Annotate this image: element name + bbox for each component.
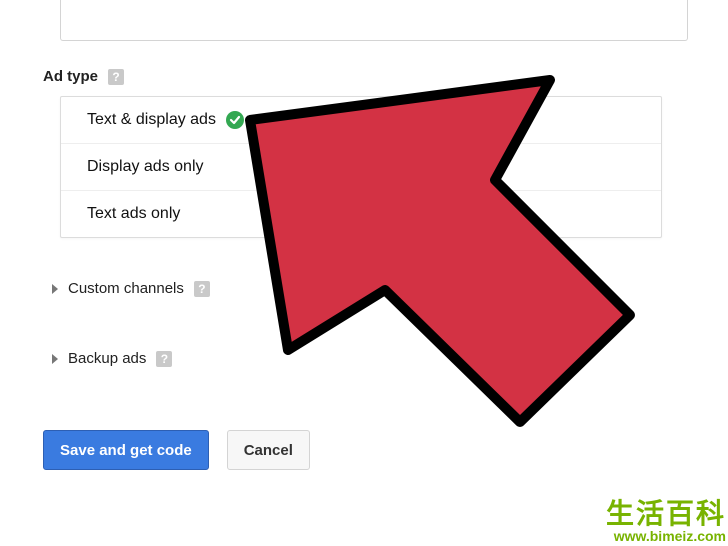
help-icon[interactable]: ?	[156, 351, 172, 367]
watermark-url: www.bimeiz.com	[606, 528, 726, 544]
option-label: Text & display ads	[87, 111, 216, 129]
custom-channels-row[interactable]: Custom channels ?	[52, 280, 210, 297]
watermark-title: 生活百科	[606, 500, 726, 528]
ad-type-heading-text: Ad type	[43, 68, 98, 85]
option-label: Text ads only	[87, 205, 180, 223]
ad-type-options: Text & display ads Display ads only Text…	[60, 96, 662, 238]
backup-ads-label: Backup ads	[68, 350, 146, 367]
save-and-get-code-button[interactable]: Save and get code	[43, 430, 209, 470]
action-buttons: Save and get code Cancel	[43, 430, 310, 470]
option-display-only[interactable]: Display ads only	[61, 143, 661, 190]
previous-panel	[60, 0, 688, 41]
expand-icon	[52, 354, 58, 364]
ad-type-heading: Ad type ?	[43, 68, 124, 85]
expand-icon	[52, 284, 58, 294]
watermark: 生活百科 www.bimeiz.com	[606, 500, 726, 544]
option-text-and-display[interactable]: Text & display ads	[61, 97, 661, 143]
backup-ads-row[interactable]: Backup ads ?	[52, 350, 172, 367]
cancel-button[interactable]: Cancel	[227, 430, 310, 470]
option-label: Display ads only	[87, 158, 204, 176]
check-icon	[226, 111, 244, 129]
help-icon[interactable]: ?	[108, 69, 124, 85]
option-text-only[interactable]: Text ads only	[61, 190, 661, 237]
custom-channels-label: Custom channels	[68, 280, 184, 297]
help-icon[interactable]: ?	[194, 281, 210, 297]
